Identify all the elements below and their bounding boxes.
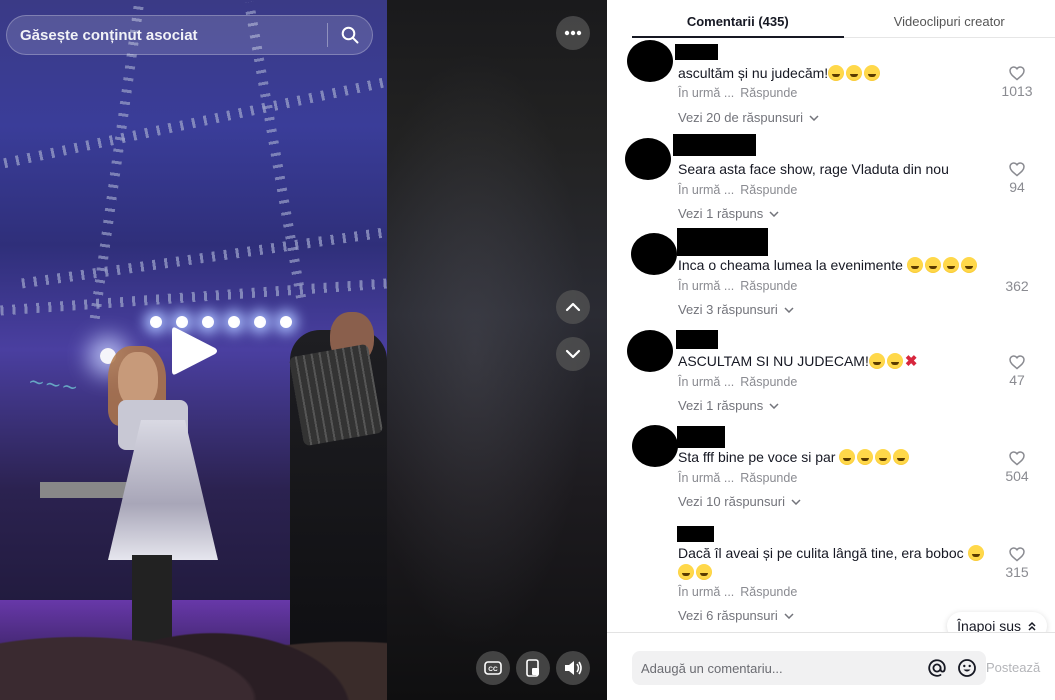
comment-text: ASCULTAM SI NU JUDECAM! ✖ (678, 353, 918, 370)
tab-comments[interactable]: Comentarii (435) (632, 0, 844, 38)
svg-text:CC: CC (488, 666, 498, 673)
heart-icon[interactable] (1009, 547, 1025, 562)
avatar[interactable] (625, 138, 671, 180)
video-player[interactable]: ~~~ (0, 0, 387, 700)
like-count: 47 (1009, 372, 1025, 388)
search-icon[interactable] (328, 15, 372, 55)
reply-button[interactable]: Răspunde (740, 183, 797, 197)
emoji-icon[interactable] (952, 653, 982, 683)
panel-tabs: Comentarii (435) Videoclipuri creator (632, 0, 1055, 38)
crowd (0, 590, 387, 700)
accordion (288, 343, 384, 447)
chevron-down-icon (809, 114, 819, 121)
heart-icon[interactable] (1009, 451, 1025, 466)
like-count: 94 (1009, 179, 1025, 195)
chevron-down-icon (784, 306, 794, 313)
comments-panel: Comentarii (435) Videoclipuri creator as… (607, 0, 1055, 700)
chevron-down-icon (791, 498, 801, 505)
like-group: 47 (997, 355, 1037, 388)
chevron-up-icon[interactable] (556, 290, 590, 324)
comment-time: În urmă ... (678, 183, 735, 197)
tab-creator-videos[interactable]: Videoclipuri creator (844, 0, 1055, 37)
stage-truss (3, 77, 384, 169)
heart-icon[interactable] (1009, 355, 1025, 370)
comment-input-box (632, 651, 986, 685)
double-chevron-up-icon (1028, 621, 1036, 631)
chevron-down-icon (769, 402, 779, 409)
floating-player-icon[interactable] (516, 651, 550, 685)
username-redacted[interactable] (675, 44, 718, 60)
comment-text: Dacă îl aveai și pe culita lângă tine, e… (678, 544, 998, 582)
back-to-top-label: Înapoi sus (957, 618, 1021, 632)
comment-text: Inca o cheama lumea la evenimente (678, 256, 998, 275)
view-replies-button[interactable]: Vezi 10 răspunsuri (678, 494, 801, 509)
view-replies-button[interactable]: Vezi 1 răspuns (678, 206, 779, 221)
search-input[interactable] (7, 26, 327, 44)
reply-button[interactable]: Răspunde (740, 375, 797, 389)
heart-icon[interactable] (1009, 162, 1025, 177)
keyboard-instrument (40, 482, 130, 498)
view-replies-button[interactable]: Vezi 1 răspuns (678, 398, 779, 413)
reply-button[interactable]: Răspunde (740, 86, 797, 100)
reply-button[interactable]: Răspunde (740, 279, 797, 293)
view-replies-button[interactable]: Vezi 6 răspunsuri (678, 608, 794, 623)
avatar[interactable] (627, 330, 673, 372)
post-button[interactable]: Postează (986, 660, 1040, 675)
view-replies-button[interactable]: Vezi 3 răspunsuri (678, 302, 794, 317)
like-group: 504 (997, 451, 1037, 484)
play-icon[interactable] (168, 324, 220, 378)
avatar[interactable] (627, 40, 673, 82)
username-redacted[interactable] (677, 526, 714, 542)
chevron-down-icon (769, 210, 779, 217)
reply-button[interactable]: Răspunde (740, 585, 797, 599)
like-count: 315 (1005, 564, 1029, 580)
related-search-box (6, 15, 373, 55)
avatar[interactable] (632, 425, 678, 467)
chevron-down-icon[interactable] (556, 337, 590, 371)
comment-time: În urmă ... (678, 279, 735, 293)
username-redacted[interactable] (677, 426, 725, 448)
comment-composer: Postează (607, 632, 1055, 700)
comment-text: Seara asta face show, rage Vladuta din n… (678, 161, 949, 177)
at-icon[interactable] (922, 653, 952, 683)
username-redacted[interactable] (676, 330, 718, 349)
comment-time: În urmă ... (678, 86, 735, 100)
like-group: 362 (997, 276, 1037, 294)
volume-icon[interactable] (556, 651, 590, 685)
captions-icon[interactable]: CC (476, 651, 510, 685)
chevron-down-icon (784, 612, 794, 619)
back-to-top-button[interactable]: Înapoi sus (947, 612, 1047, 632)
comment-input[interactable] (632, 660, 922, 676)
like-count: 362 (1005, 278, 1029, 294)
like-group: 1013 (997, 66, 1037, 99)
reply-button[interactable]: Răspunde (740, 471, 797, 485)
comment-text: Sta fff bine pe voce si par (678, 448, 998, 467)
stage-truss (21, 225, 387, 289)
comment-text: ascultăm și nu judecăm! (678, 64, 998, 83)
like-count: 504 (1005, 468, 1029, 484)
video-pane: ~~~ Găsește conținut asociat CC (0, 0, 607, 700)
heart-icon[interactable] (1009, 66, 1025, 81)
avatar[interactable] (631, 233, 677, 275)
comment-time: În urmă ... (678, 585, 735, 599)
stage-truss (0, 278, 387, 316)
neon-sign: ~~~ (26, 368, 80, 400)
app: ~~~ Găsește conținut asociat CC Comentar… (0, 0, 1055, 700)
comment-time: În urmă ... (678, 375, 735, 389)
comment-time: În urmă ... (678, 471, 735, 485)
username-redacted[interactable] (677, 228, 768, 256)
like-count: 1013 (1001, 83, 1033, 99)
more-icon[interactable] (556, 16, 590, 50)
username-redacted[interactable] (673, 134, 756, 156)
like-group: 94 (997, 162, 1037, 195)
comment-list: ascultăm și nu judecăm! În urmă ... Răspu… (607, 38, 1055, 632)
view-replies-button[interactable]: Vezi 20 de răspunsuri (678, 110, 819, 125)
like-group: 315 (997, 547, 1037, 580)
